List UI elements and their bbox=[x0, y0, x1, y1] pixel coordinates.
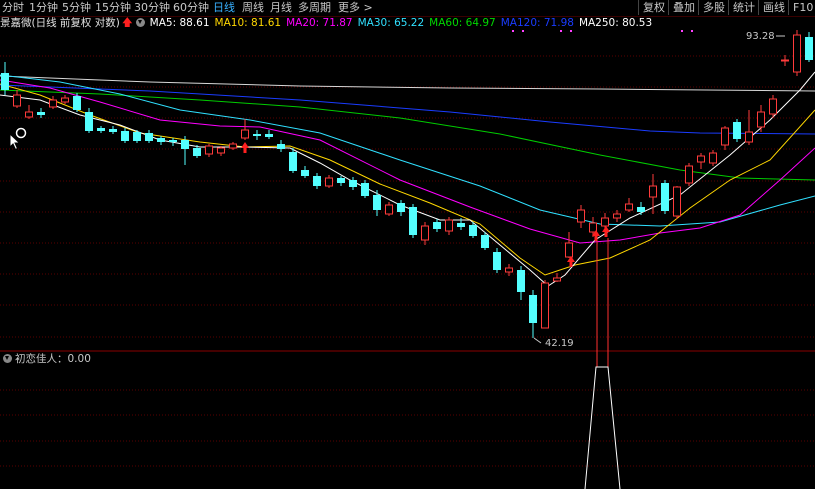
candle-up bbox=[745, 131, 753, 143]
candle-down bbox=[193, 148, 201, 156]
candle-down bbox=[373, 195, 381, 210]
ma-line bbox=[0, 74, 815, 227]
marker-dot bbox=[691, 30, 693, 32]
kline-chart[interactable] bbox=[0, 0, 815, 489]
candle-up bbox=[61, 97, 69, 103]
candle-up bbox=[205, 145, 213, 155]
red-up-arrow-icon bbox=[241, 142, 249, 153]
candle-down bbox=[493, 252, 501, 270]
candle-down bbox=[157, 138, 165, 142]
candle-down bbox=[181, 140, 189, 149]
low-price-label: 42.19 bbox=[545, 338, 574, 349]
ma10-value: MA10: 81.61 bbox=[214, 17, 282, 29]
candle-down bbox=[637, 207, 645, 212]
candle-up bbox=[613, 213, 621, 219]
dropdown-icon[interactable] bbox=[135, 18, 145, 27]
candle-up bbox=[217, 147, 225, 154]
ma-line bbox=[0, 75, 815, 92]
candle-down bbox=[529, 295, 537, 323]
candle-up bbox=[445, 219, 453, 232]
candle-up bbox=[601, 217, 609, 227]
candle-up bbox=[49, 99, 57, 108]
candle-down bbox=[97, 128, 105, 131]
candle-down bbox=[169, 140, 177, 142]
candle-down bbox=[1, 73, 9, 90]
candle-down bbox=[457, 223, 465, 227]
indicator-dropdown-icon[interactable] bbox=[3, 354, 12, 363]
mouse-cursor-icon bbox=[9, 133, 21, 151]
ma20-value: MA20: 71.87 bbox=[286, 17, 353, 29]
candle-down bbox=[469, 225, 477, 236]
candle-down bbox=[37, 112, 45, 115]
ma30-value: MA30: 65.22 bbox=[357, 17, 425, 29]
candle-up bbox=[697, 155, 705, 163]
candle-up bbox=[577, 209, 585, 223]
candle-up bbox=[649, 185, 657, 198]
candle-down bbox=[481, 235, 489, 248]
candle-down bbox=[397, 203, 405, 212]
candle-down bbox=[289, 152, 297, 171]
candle-up bbox=[769, 98, 777, 115]
candle-down bbox=[409, 207, 417, 235]
candle-down bbox=[733, 122, 741, 139]
candle-down bbox=[121, 131, 129, 141]
candle-down bbox=[301, 170, 309, 176]
up-arrow-icon: 🡅 bbox=[121, 17, 133, 29]
candle-down bbox=[805, 37, 813, 60]
low-leader bbox=[533, 337, 542, 344]
candle-up bbox=[565, 242, 573, 258]
candle-up bbox=[229, 143, 237, 149]
candle-down bbox=[277, 144, 285, 149]
candle-up bbox=[589, 222, 597, 233]
grid-lines bbox=[0, 55, 815, 467]
candle-down bbox=[337, 178, 345, 183]
candle-down bbox=[517, 270, 525, 292]
candle-down bbox=[265, 134, 273, 137]
ma120-value: MA120: 71.98 bbox=[500, 17, 574, 29]
candle-up bbox=[325, 177, 333, 187]
candle-up bbox=[709, 152, 717, 164]
candlesticks bbox=[1, 30, 813, 338]
high-price-label: 93.28 bbox=[746, 31, 775, 42]
ma60-value: MA60: 64.97 bbox=[429, 17, 496, 29]
candle-up bbox=[241, 129, 249, 139]
candle-up bbox=[541, 282, 549, 329]
candle-down bbox=[661, 183, 669, 211]
candle-up bbox=[25, 111, 33, 118]
candle-up bbox=[673, 186, 681, 217]
candle-up bbox=[625, 203, 633, 211]
candle-down bbox=[433, 222, 441, 229]
ma5-value: MA5: 88.61 bbox=[149, 17, 210, 29]
candle-down bbox=[109, 129, 117, 132]
candle-down bbox=[85, 112, 93, 131]
candle-up bbox=[685, 165, 693, 184]
ma-legend: 景嘉微(日线 前复权 对数) 🡅 MA5: 88.61 MA10: 81.61 MA20… bbox=[0, 16, 657, 31]
candle-down bbox=[349, 180, 357, 187]
candle-up bbox=[385, 204, 393, 215]
candle-up bbox=[421, 225, 429, 241]
top-markers bbox=[15, 30, 693, 139]
indicator-value: 初恋佳人：0.00 bbox=[15, 353, 91, 365]
candle-down bbox=[361, 183, 369, 196]
candle-down bbox=[73, 96, 81, 110]
candle-down bbox=[133, 132, 141, 141]
stock-title[interactable]: 景嘉微(日线 前复权 对数) bbox=[0, 17, 120, 29]
ma-line bbox=[0, 79, 815, 244]
candle-up bbox=[721, 127, 729, 146]
candle-up bbox=[13, 94, 21, 107]
candle-up bbox=[505, 267, 513, 273]
marker-dot bbox=[681, 30, 683, 32]
candle-up bbox=[793, 34, 801, 73]
candle-down bbox=[253, 134, 261, 136]
candle-down bbox=[145, 133, 153, 141]
candle-up bbox=[781, 59, 789, 62]
ma250-value: MA250: 80.53 bbox=[578, 17, 653, 29]
candle-down bbox=[313, 176, 321, 186]
candle-up bbox=[553, 277, 561, 282]
candle-up bbox=[757, 111, 765, 128]
indicator-spike bbox=[584, 366, 621, 489]
indicator-legend: 初恋佳人：0.00 bbox=[0, 352, 91, 366]
